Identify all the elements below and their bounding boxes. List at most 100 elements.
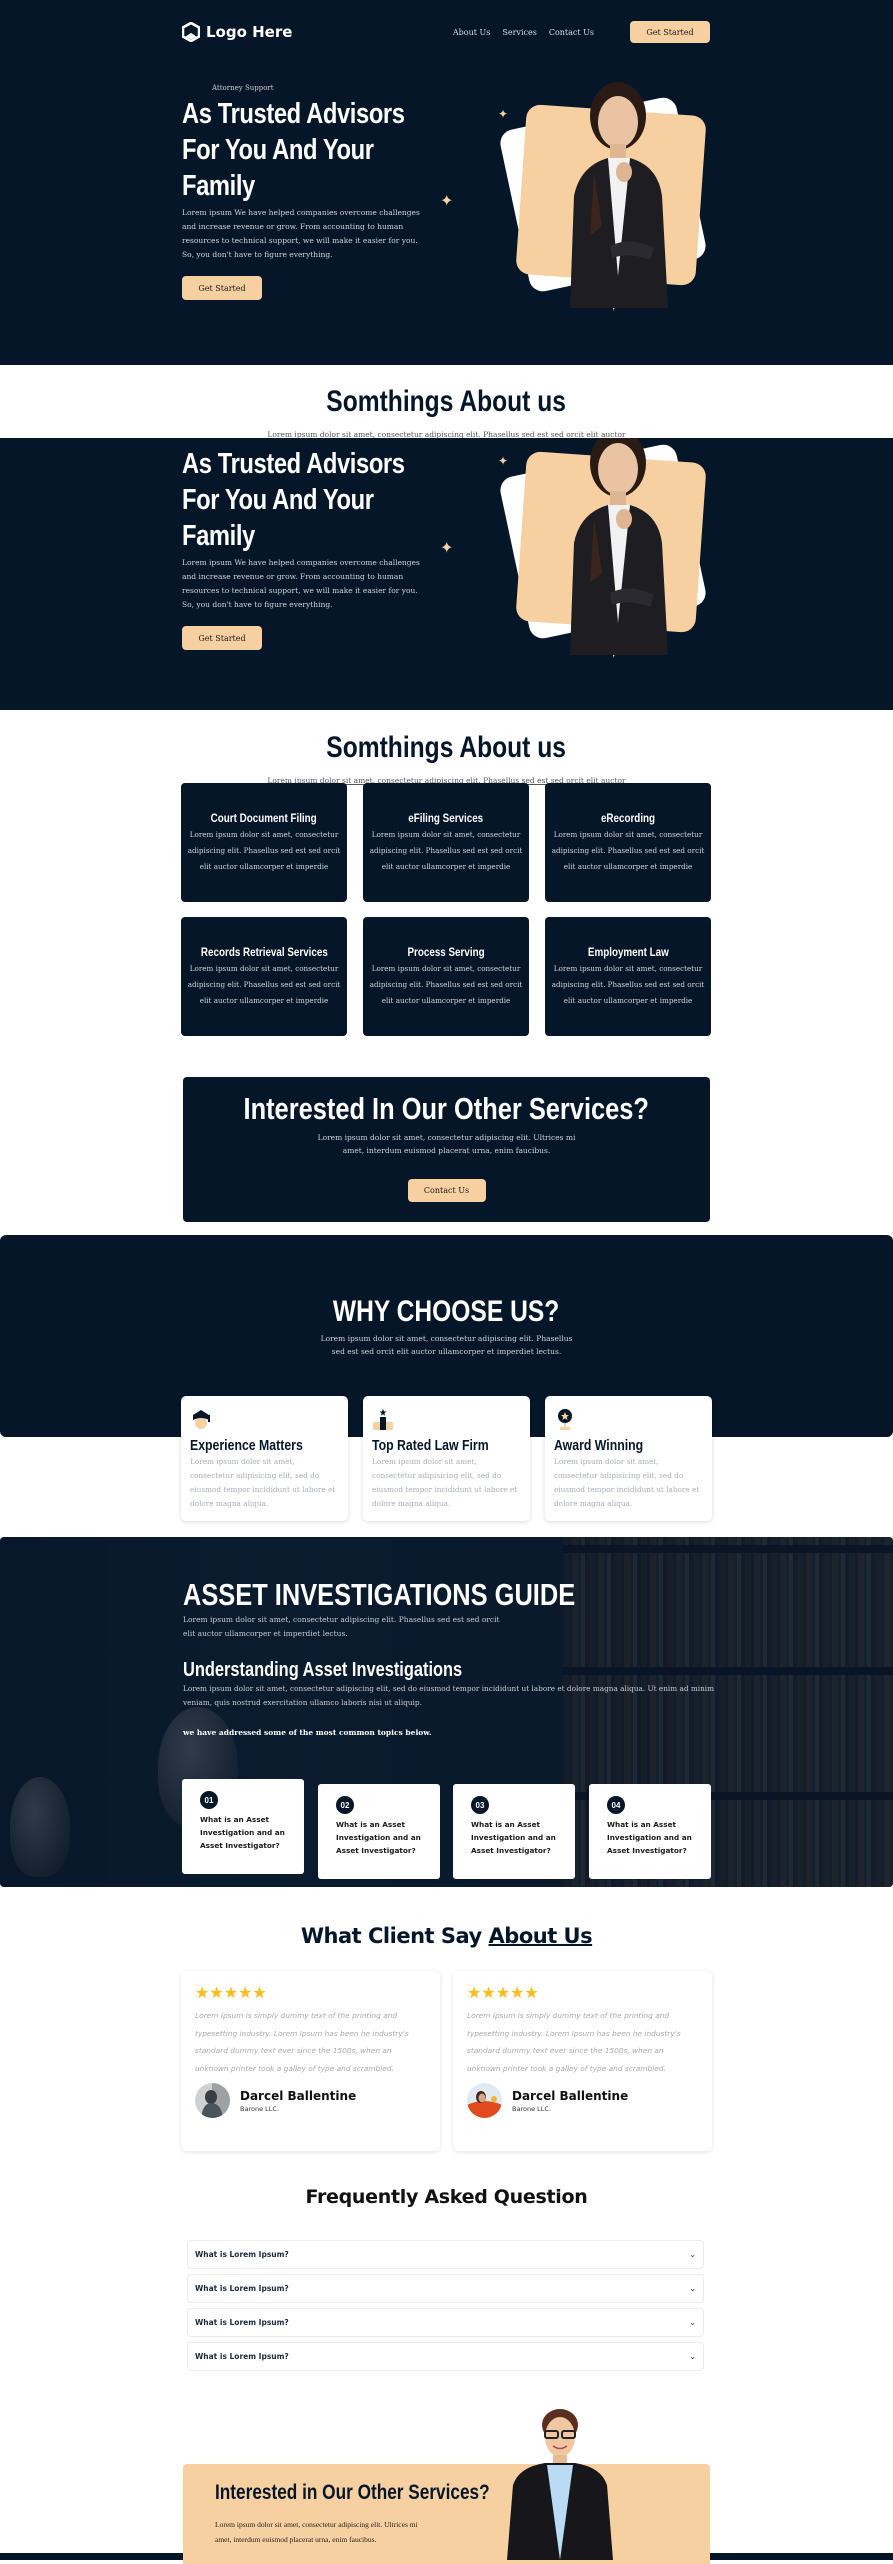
topic-card[interactable]: 02 What is an Asset Investigation and an… <box>318 1784 440 1879</box>
topic-number: 03 <box>471 1796 489 1814</box>
why-card-text: Lorem ipsum dolor sit amet, consectetur … <box>554 1457 700 1508</box>
bottom-cta-banner: Interested in Our Other Services? Lorem … <box>183 2464 710 2564</box>
faq-question: What is Lorem Ipsum? <box>195 2352 289 2361</box>
why-card-title: Experience Matters <box>190 1437 303 1454</box>
testimonial-card: ★★★★★ Lorem Ipsum is simply dummy text o… <box>181 1971 440 2151</box>
faq-item[interactable]: What is Lorem Ipsum? ⌄ <box>187 2240 704 2269</box>
hero-title-line: Family <box>182 170 255 202</box>
bottom-cta-text: Lorem ipsum dolor sit amet, consectetur … <box>215 2520 418 2544</box>
about-us-link[interactable]: About Us <box>489 1924 593 1948</box>
hero-get-started-button[interactable]: Get Started <box>182 276 262 300</box>
star-rating: ★★★★★ <box>195 1983 267 2002</box>
topic-question: What is an Asset Investigation and an As… <box>607 1820 692 1855</box>
topic-question: What is an Asset Investigation and an As… <box>336 1820 421 1855</box>
service-card[interactable]: Records Retrieval Services Lorem ipsum do… <box>181 917 347 1036</box>
faq-item[interactable]: What is Lorem Ipsum? ⌄ <box>187 2308 704 2337</box>
why-card-title: Award Winning <box>554 1437 644 1454</box>
attorney-photo <box>570 438 668 655</box>
faq-item[interactable]: What is Lorem Ipsum? ⌄ <box>187 2274 704 2303</box>
why-cards: Experience Matters Lorem ipsum dolor sit… <box>181 1396 712 1521</box>
reviewer-name: Darcel Ballentine <box>512 2088 629 2103</box>
hero-section: Logo Here About Us Services Contact Us G… <box>0 0 893 365</box>
chevron-down-icon[interactable]: ⌄ <box>689 2250 696 2259</box>
topic-card[interactable]: 01 What is an Asset Investigation and an… <box>182 1779 304 1874</box>
podium-star-icon <box>373 1408 393 1430</box>
service-card[interactable]: eFiling Services Lorem ipsum dolor sit am… <box>363 783 529 902</box>
hero-title-line: As Trusted Advisors <box>182 448 405 480</box>
why-card-text: Lorem ipsum dolor sit amet, consectetur … <box>190 1457 336 1508</box>
chevron-down-icon[interactable]: ⌄ <box>689 2318 696 2327</box>
service-text: Lorem ipsum dolor sit amet, consectetur … <box>187 964 341 1005</box>
hero-description: Lorem ipsum We have helped companies ove… <box>182 558 420 609</box>
asset-note: we have addressed some of the most commo… <box>183 1728 432 1737</box>
service-card[interactable]: Court Document Filing Lorem ipsum dolor s… <box>181 783 347 902</box>
service-title: Employment Law <box>587 945 669 959</box>
chevron-down-icon[interactable]: ⌄ <box>689 2284 696 2293</box>
topic-question: What is an Asset Investigation and an As… <box>200 1815 285 1850</box>
why-title: WHY CHOOSE US? <box>333 1295 560 1328</box>
reviewer-company: Barone LLC. <box>240 2104 279 2113</box>
topic-card[interactable]: 03 What is an Asset Investigation and an… <box>453 1784 575 1879</box>
service-card[interactable]: Process Serving Lorem ipsum dolor sit ame… <box>363 917 529 1036</box>
reviewer-name: Darcel Ballentine <box>240 2088 357 2103</box>
hero-title: As Trusted Advisors For You And Your Fam… <box>182 96 428 204</box>
why-text: Lorem ipsum dolor sit amet, consectetur … <box>320 1334 573 1356</box>
reviewer: Darcel Ballentine Barone LLC. <box>195 2083 426 2118</box>
hexagon-logo-icon <box>182 22 200 42</box>
top-navigation: Logo Here About Us Services Contact Us G… <box>182 20 710 44</box>
hero-title-line: Family <box>182 520 255 552</box>
chevron-down-icon[interactable]: ⌄ <box>689 2352 696 2361</box>
testimonials-title: What Client Say About Us <box>0 1924 893 1948</box>
hero-title: As Trusted Advisors For You And Your Fam… <box>182 446 428 554</box>
logo[interactable]: Logo Here <box>182 22 292 42</box>
service-title: Records Retrieval Services <box>200 945 328 959</box>
contact-us-button[interactable]: Contact Us <box>407 1179 486 1202</box>
avatar <box>195 2083 230 2118</box>
why-card: Experience Matters Lorem ipsum dolor sit… <box>181 1396 348 1521</box>
why-card: Top Rated Law Firm Lorem ipsum dolor sit… <box>363 1396 530 1521</box>
nav-about-us[interactable]: About Us <box>453 28 490 37</box>
hero-title-line: As Trusted Advisors <box>182 98 405 130</box>
testimonials-title-prefix: What Client Say <box>300 1924 482 1948</box>
asset-content: ASSET INVESTIGATIONS GUIDE Lorem ipsum d… <box>183 1577 723 1737</box>
nav-services[interactable]: Services <box>502 28 536 37</box>
testimonial-quote: Lorem Ipsum is simply dummy text of the … <box>467 2011 681 2073</box>
nav-contact-us[interactable]: Contact Us <box>549 28 594 37</box>
testimonial-card: ★★★★★ Lorem Ipsum is simply dummy text o… <box>453 1971 712 2151</box>
service-card[interactable]: eRecording Lorem ipsum dolor sit amet, co… <box>545 783 711 902</box>
service-card[interactable]: Employment Law Lorem ipsum dolor sit amet… <box>545 917 711 1036</box>
asset-subtitle: Understanding Asset Investigations <box>183 1659 463 1681</box>
hero-content: Attorney Support As Trusted Advisors For… <box>182 84 422 300</box>
services-grid: Court Document Filing Lorem ipsum dolor s… <box>181 783 712 1036</box>
hero-title-line: For You And Your <box>182 134 374 166</box>
service-text: Lorem ipsum dolor sit amet, consectetur … <box>551 964 705 1005</box>
reviewer-company: Barone LLC. <box>512 2104 551 2113</box>
hero-get-started-button[interactable]: Get Started <box>182 626 262 650</box>
services-cta-text: Lorem ipsum dolor sit amet, consectetur … <box>317 1133 576 1155</box>
asset-title: ASSET INVESTIGATIONS GUIDE <box>183 1577 576 1612</box>
topic-card[interactable]: 04 What is an Asset Investigation and an… <box>589 1784 711 1879</box>
why-card: Award Winning Lorem ipsum dolor sit amet… <box>545 1396 712 1521</box>
service-title: Court Document Filing <box>210 811 318 825</box>
sparkle-icon: ✦ <box>440 538 454 557</box>
hero-content: As Trusted Advisors For You And Your Fam… <box>182 446 422 650</box>
service-title: eRecording <box>600 811 656 825</box>
faq-item[interactable]: What is Lorem Ipsum? ⌄ <box>187 2342 704 2371</box>
service-title: Process Serving <box>407 945 485 959</box>
header-get-started-button[interactable]: Get Started <box>630 21 710 43</box>
faq-question: What is Lorem Ipsum? <box>195 2318 289 2327</box>
hero-section-repeat: As Trusted Advisors For You And Your Fam… <box>0 438 893 710</box>
asset-description: Lorem ipsum dolor sit amet, consectetur … <box>183 1615 500 1638</box>
avatar <box>467 2083 502 2118</box>
why-card-title: Top Rated Law Firm <box>372 1437 489 1454</box>
testimonial-quote: Lorem Ipsum is simply dummy text of the … <box>195 2011 409 2073</box>
hero-description: Lorem ipsum We have helped companies ove… <box>182 208 420 259</box>
about-title: Somthings About us <box>326 385 567 418</box>
hero-portrait <box>497 78 709 308</box>
asset-investigations-section: ASSET INVESTIGATIONS GUIDE Lorem ipsum d… <box>0 1537 893 1887</box>
attorney-photo <box>570 82 668 308</box>
logo-text: Logo Here <box>206 23 293 41</box>
service-text: Lorem ipsum dolor sit amet, consectetur … <box>551 830 705 871</box>
hero-portrait <box>497 438 709 655</box>
asset-description-2: Lorem ipsum dolor sit amet, consectetur … <box>183 1684 715 1707</box>
